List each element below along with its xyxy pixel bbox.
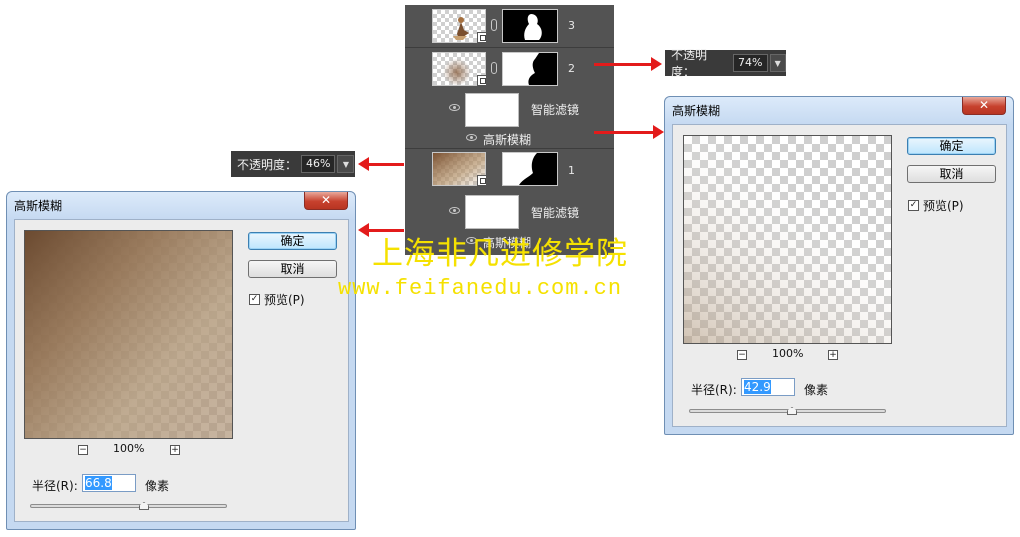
dialog-body: 确定 取消 ✓ 预览(P) − 100% + 半径(R): 66.8 像素 [14, 219, 349, 522]
gaussian-blur-filter[interactable]: 高斯模糊 [483, 131, 531, 148]
watermark-title: 上海非凡进修学院 [372, 236, 628, 272]
radius-label: 半径(R): [691, 383, 737, 397]
smart-filter-thumbnail [465, 195, 519, 229]
gaussian-blur-dialog-left: 高斯模糊 ✕ 确定 取消 ✓ 预览(P) − 100% + 半径(R): 66.… [6, 191, 356, 530]
chain-link-icon[interactable] [491, 19, 497, 31]
smart-object-icon [477, 32, 487, 43]
preview-window[interactable] [683, 135, 892, 344]
zoom-level: 100% [772, 347, 804, 360]
eye-icon[interactable] [466, 134, 477, 141]
zoom-in-icon[interactable]: + [170, 445, 180, 455]
gaussian-blur-dialog-right: 高斯模糊 ✕ 确定 取消 ✓ 预览(P) − 100% + 半径(R): 42.… [664, 96, 1014, 435]
ok-button[interactable]: 确定 [248, 232, 337, 250]
close-icon[interactable]: ✕ [962, 97, 1006, 115]
layers-panel: 3 2 智能滤镜 高斯模糊 1 智能滤镜 高斯模糊 [405, 5, 614, 255]
smart-object-icon [477, 75, 487, 86]
smart-filters-label: 智能滤镜 [531, 206, 580, 220]
zoom-out-icon[interactable]: − [737, 350, 747, 360]
radius-label: 半径(R): [32, 479, 78, 493]
chevron-down-icon[interactable]: ▼ [337, 155, 355, 173]
opacity-label: 不透明度： [237, 157, 298, 172]
cancel-button[interactable]: 取消 [907, 165, 996, 183]
preview-label: 预览(P) [264, 293, 305, 307]
preview-label: 预览(P) [923, 199, 964, 213]
preview-window[interactable] [24, 230, 233, 439]
divider [405, 148, 614, 149]
smart-filter-thumbnail [465, 93, 519, 127]
divider [405, 47, 614, 48]
smart-filters-label: 智能滤镜 [531, 103, 580, 117]
dialog-title: 高斯模糊 [672, 104, 721, 118]
layer-2-mask[interactable] [502, 52, 558, 86]
radius-input[interactable]: 42.9 [741, 378, 795, 396]
radius-slider[interactable] [689, 407, 886, 415]
slider-thumb[interactable] [787, 407, 797, 415]
chevron-down-icon[interactable]: ▼ [769, 54, 786, 72]
zoom-out-icon[interactable]: − [78, 445, 88, 455]
eye-icon[interactable] [449, 207, 460, 214]
dialog-title: 高斯模糊 [14, 199, 63, 213]
opacity-value[interactable]: 46% [301, 155, 336, 173]
radius-value: 66.8 [85, 476, 112, 490]
unit-label: 像素 [804, 383, 829, 397]
smart-object-icon [477, 175, 487, 186]
radius-input[interactable]: 66.8 [82, 474, 136, 492]
zoom-level: 100% [113, 442, 145, 455]
ok-button[interactable]: 确定 [907, 137, 996, 155]
eye-icon[interactable] [449, 104, 460, 111]
arrow-right-icon [594, 125, 664, 139]
layer-1-mask[interactable] [502, 152, 558, 186]
opacity-control-layer-2: 不透明度： 74% ▼ [665, 48, 786, 79]
zoom-in-icon[interactable]: + [828, 350, 838, 360]
opacity-value[interactable]: 74% [733, 54, 768, 72]
chain-link-icon[interactable] [491, 62, 497, 74]
close-icon[interactable]: ✕ [304, 192, 348, 210]
unit-label: 像素 [145, 479, 170, 493]
watermark-url: www.feifanedu.com.cn [338, 276, 623, 301]
layer-2-number: 2 [568, 62, 575, 75]
preview-checkbox[interactable]: ✓ [908, 200, 919, 211]
radius-slider[interactable] [30, 502, 227, 510]
slider-thumb[interactable] [139, 502, 149, 510]
arrow-right-icon [594, 57, 662, 71]
dialog-body: 确定 取消 ✓ 预览(P) − 100% + 半径(R): 42.9 像素 [672, 124, 1007, 427]
opacity-control-layer-1: 不透明度： 46% ▼ [231, 151, 355, 177]
cancel-button[interactable]: 取消 [248, 260, 337, 278]
arrow-left-icon [358, 157, 404, 171]
layer-1-number: 1 [568, 164, 575, 177]
radius-value: 42.9 [744, 380, 771, 394]
opacity-label: 不透明度： [671, 48, 708, 79]
layer-3-number: 3 [568, 19, 575, 32]
preview-checkbox[interactable]: ✓ [249, 294, 260, 305]
layer-3-mask[interactable] [502, 9, 558, 43]
